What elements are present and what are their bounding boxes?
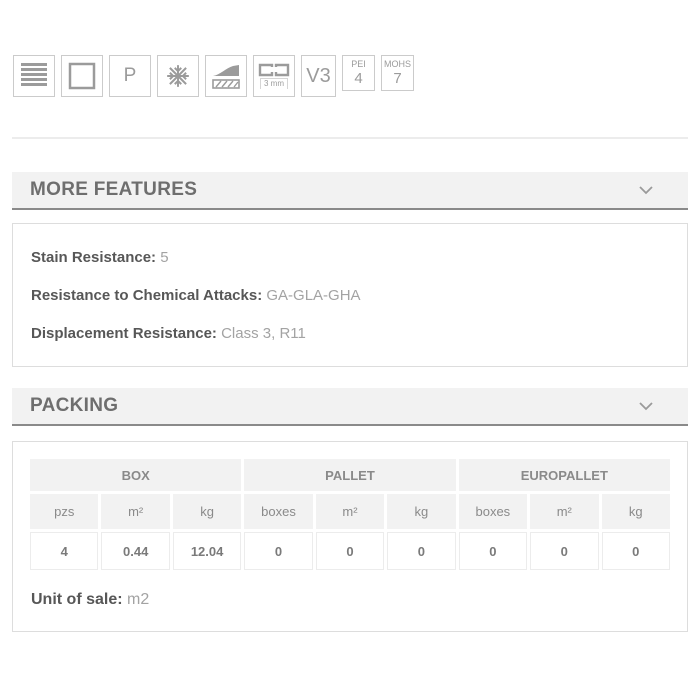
square-outline-icon [61, 55, 103, 97]
stacked-lines-glyph [20, 62, 48, 90]
pei-value: 4 [351, 71, 366, 86]
table-cell: 0 [602, 532, 671, 570]
unit-of-sale: Unit of sale: m2 [27, 591, 673, 609]
table-row: 4 0.44 12.04 0 0 0 0 0 0 [30, 532, 670, 570]
feature-label: Stain Resistance: [31, 249, 156, 266]
antislip-ramp-icon [205, 55, 247, 97]
chevron-down-icon[interactable] [639, 402, 653, 411]
col-header: pzs [30, 494, 98, 529]
chevron-down-icon[interactable] [639, 186, 653, 195]
feature-displacement-resistance: Displacement Resistance: Class 3, R11 [31, 325, 669, 342]
mohs-rating-icon: MOHS 7 [381, 55, 414, 91]
table-cell: 0.44 [101, 532, 169, 570]
feature-stain-resistance: Stain Resistance: 5 [31, 249, 669, 266]
shade-variation-label: V3 [306, 65, 330, 88]
pei-caption: PEI [351, 60, 366, 69]
more-features-header[interactable]: MORE FEATURES [12, 172, 688, 210]
table-column-header-row: pzs m² kg boxes m² kg boxes m² kg [30, 494, 670, 529]
pei-rating-icon: PEI 4 [342, 55, 375, 91]
antislip-ramp-glyph [211, 62, 241, 90]
unit-of-sale-value: m2 [127, 591, 149, 608]
product-detail-page: P [0, 0, 700, 700]
joint-width-glyph [258, 63, 290, 77]
col-header: m² [316, 494, 384, 529]
packing-table: BOX PALLET EUROPALLET pzs m² kg boxes m²… [27, 456, 673, 573]
table-cell: 0 [530, 532, 598, 570]
letter-p-label: P [124, 65, 137, 87]
packing-header[interactable]: PACKING [12, 388, 688, 426]
col-header: boxes [244, 494, 312, 529]
group-header-box: BOX [30, 459, 241, 491]
mohs-rating-text: MOHS 7 [384, 60, 411, 86]
col-header: kg [387, 494, 455, 529]
table-cell: 0 [316, 532, 384, 570]
snowflake-glyph [165, 63, 191, 89]
table-cell: 4 [30, 532, 98, 570]
col-header: m² [530, 494, 598, 529]
joint-width-icon: 3 mm [253, 55, 295, 97]
mohs-caption: MOHS [384, 60, 411, 69]
more-features-title: MORE FEATURES [30, 179, 197, 201]
snowflake-icon [157, 55, 199, 97]
feature-value: GA-GLA-GHA [266, 287, 360, 304]
col-header: boxes [459, 494, 527, 529]
col-header: kg [173, 494, 241, 529]
table-cell: 0 [459, 532, 527, 570]
more-features-panel: Stain Resistance: 5 Resistance to Chemic… [12, 223, 688, 367]
col-header: kg [602, 494, 671, 529]
group-header-pallet: PALLET [244, 459, 455, 491]
feature-value: 5 [160, 249, 168, 266]
table-cell: 12.04 [173, 532, 241, 570]
col-header: m² [101, 494, 169, 529]
group-header-europallet: EUROPALLET [459, 459, 670, 491]
feature-label: Displacement Resistance: [31, 325, 217, 342]
joint-width-label: 3 mm [260, 78, 288, 89]
packing-panel: BOX PALLET EUROPALLET pzs m² kg boxes m²… [12, 441, 688, 632]
feature-label: Resistance to Chemical Attacks: [31, 287, 262, 304]
table-cell: 0 [244, 532, 312, 570]
unit-of-sale-label: Unit of sale: [31, 591, 123, 608]
feature-value: Class 3, R11 [221, 325, 306, 342]
stacked-lines-icon [13, 55, 55, 97]
table-cell: 0 [387, 532, 455, 570]
pei-rating-text: PEI 4 [351, 60, 366, 86]
table-group-header-row: BOX PALLET EUROPALLET [30, 459, 670, 491]
square-outline-glyph [68, 62, 96, 90]
feature-icons-row: P [13, 0, 688, 97]
letter-p-icon: P [109, 55, 151, 97]
feature-chemical-resistance: Resistance to Chemical Attacks: GA-GLA-G… [31, 287, 669, 304]
section-divider [12, 137, 688, 139]
shade-variation-icon: V3 [301, 55, 336, 97]
packing-title: PACKING [30, 395, 118, 417]
mohs-value: 7 [384, 71, 411, 86]
